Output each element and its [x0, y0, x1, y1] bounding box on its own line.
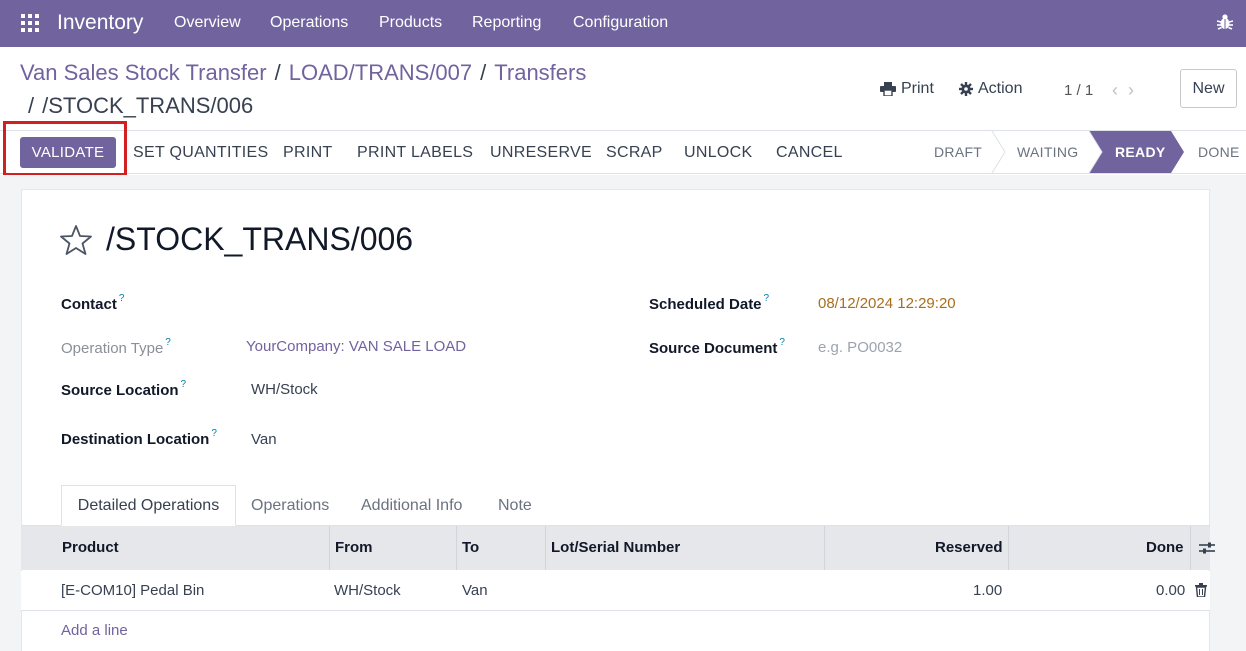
bug-icon[interactable]: [1215, 12, 1235, 32]
help-icon[interactable]: ?: [119, 293, 125, 304]
cell-product: [E-COM10] Pedal Bin: [61, 582, 205, 599]
chevron-left-icon[interactable]: ‹: [1112, 80, 1128, 100]
breadcrumb-item[interactable]: LOAD/TRANS/007: [289, 60, 472, 85]
stage-ready[interactable]: READY: [1115, 144, 1166, 160]
action-button[interactable]: Action: [959, 80, 1022, 98]
table-row[interactable]: [E-COM10] Pedal Bin WH/Stock Van 1.00 0.…: [21, 571, 1210, 611]
pager-arrows: ‹›: [1112, 80, 1144, 101]
tab-detailed-operations[interactable]: Detailed Operations: [61, 485, 236, 526]
menu-configuration[interactable]: Configuration: [573, 14, 668, 32]
print-label: Print: [901, 80, 934, 97]
help-icon[interactable]: ?: [181, 379, 187, 390]
gear-icon: [959, 82, 973, 96]
breadcrumb-current-label: /STOCK_TRANS/006: [42, 93, 254, 118]
action-label: Action: [978, 80, 1023, 97]
menu-reporting[interactable]: Reporting: [472, 14, 541, 32]
pager-value[interactable]: 1 / 1: [1064, 82, 1093, 99]
add-line-link[interactable]: Add a line: [61, 622, 128, 639]
trash-icon[interactable]: [1195, 583, 1207, 597]
scheduled-date-label: Scheduled Date?: [649, 293, 770, 313]
validate-highlight-box: [3, 121, 127, 176]
help-icon[interactable]: ?: [764, 293, 770, 304]
destination-location-value[interactable]: Van: [251, 431, 277, 448]
scrap-button[interactable]: SCRAP: [606, 144, 663, 162]
print-status-button[interactable]: PRINT: [283, 144, 333, 162]
print-labels-button[interactable]: PRINT LABELS: [357, 144, 473, 162]
column-settings-icon[interactable]: [1199, 541, 1215, 555]
app-name[interactable]: Inventory: [57, 11, 143, 35]
top-navbar: Inventory Overview Operations Products R…: [0, 0, 1246, 47]
stage-done[interactable]: DONE: [1198, 144, 1240, 160]
breadcrumb-item[interactable]: Transfers: [494, 60, 586, 85]
help-icon[interactable]: ?: [211, 428, 217, 439]
new-button[interactable]: New: [1180, 69, 1237, 108]
column-reserved[interactable]: Reserved: [935, 539, 1003, 556]
column-divider: [1008, 526, 1009, 570]
source-document-input[interactable]: e.g. PO0032: [818, 339, 902, 356]
tab-additional-info[interactable]: Additional Info: [361, 497, 462, 515]
table-header: Product From To Lot/Serial Number Reserv…: [21, 526, 1215, 570]
chevron-right-icon[interactable]: ›: [1128, 80, 1144, 100]
stage-waiting[interactable]: WAITING: [1017, 144, 1078, 160]
help-icon[interactable]: ?: [779, 337, 785, 348]
source-document-label: Source Document?: [649, 337, 785, 357]
column-lot-serial[interactable]: Lot/Serial Number: [551, 539, 680, 556]
cell-to: Van: [462, 582, 488, 599]
column-divider: [824, 526, 825, 570]
column-divider: [545, 526, 546, 570]
contact-label: Contact?: [61, 293, 125, 313]
column-divider: [1190, 526, 1191, 570]
column-divider: [329, 526, 330, 570]
record-title: /STOCK_TRANS/006: [106, 221, 414, 257]
menu-overview[interactable]: Overview: [174, 14, 241, 32]
star-icon[interactable]: [60, 224, 92, 256]
operation-type-value[interactable]: YourCompany: VAN SALE LOAD: [246, 338, 466, 355]
column-divider: [456, 526, 457, 570]
help-icon[interactable]: ?: [165, 337, 171, 348]
breadcrumb: Van Sales Stock Transfer / LOAD/TRANS/007/…: [20, 60, 587, 85]
cell-reserved: 1.00: [973, 582, 1003, 599]
source-location-label: Source Location?: [61, 379, 187, 399]
menu-operations[interactable]: Operations: [270, 14, 348, 32]
menu-products[interactable]: Products: [379, 14, 442, 32]
unlock-button[interactable]: UNLOCK: [684, 144, 752, 162]
printer-icon: [880, 82, 896, 96]
breadcrumb-current: //STOCK_TRANS/006: [28, 93, 254, 118]
column-to[interactable]: To: [462, 539, 479, 556]
set-quantities-button[interactable]: SET QUANTITIES: [133, 144, 268, 162]
column-from[interactable]: From: [335, 539, 373, 556]
stage-draft[interactable]: DRAFT: [934, 144, 982, 160]
tab-note[interactable]: Note: [498, 497, 532, 515]
breadcrumb-item[interactable]: Van Sales Stock Transfer: [20, 60, 267, 85]
cell-done[interactable]: 0.00: [1156, 582, 1185, 599]
destination-location-label: Destination Location?: [61, 428, 217, 448]
cancel-button[interactable]: CANCEL: [776, 144, 843, 162]
scheduled-date-value[interactable]: 08/12/2024 12:29:20: [818, 295, 956, 312]
tab-operations[interactable]: Operations: [251, 497, 329, 515]
unreserve-button[interactable]: UNRESERVE: [490, 144, 592, 162]
print-button[interactable]: Print: [880, 80, 934, 98]
app-grid-icon[interactable]: [21, 14, 39, 32]
cell-from: WH/Stock: [334, 582, 401, 599]
source-location-value[interactable]: WH/Stock: [251, 381, 318, 398]
operation-type-label: Operation Type?: [61, 337, 171, 357]
column-done[interactable]: Done: [1146, 539, 1184, 556]
column-product[interactable]: Product: [62, 539, 119, 556]
statusbar: VALIDATE SET QUANTITIES PRINT PRINT LABE…: [0, 130, 1246, 174]
